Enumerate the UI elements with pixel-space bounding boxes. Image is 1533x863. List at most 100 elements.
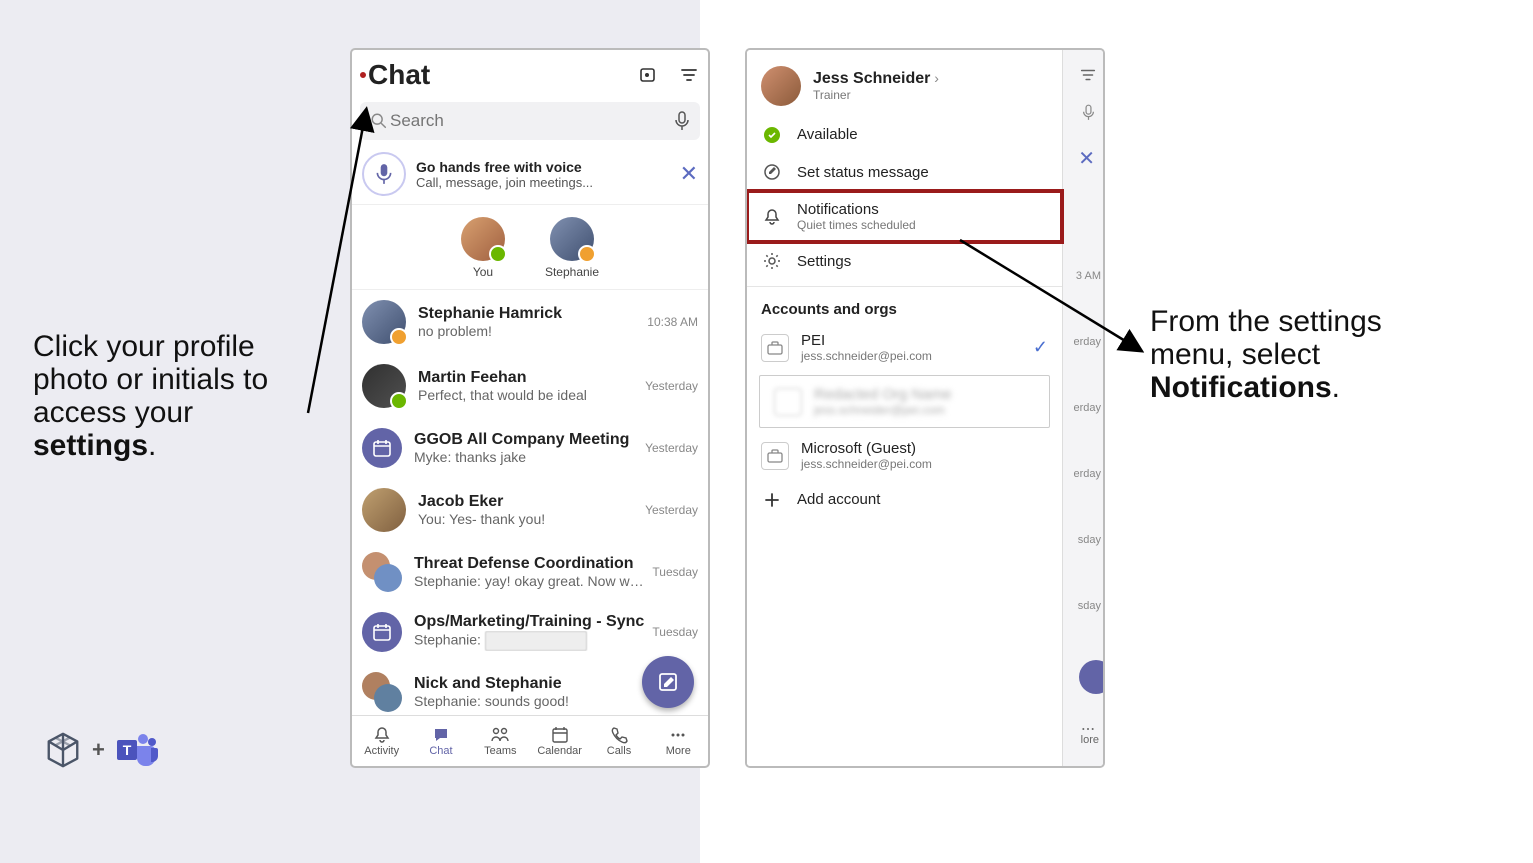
tab-chat[interactable]: Chat	[411, 716, 470, 766]
pinned-label: Stephanie	[545, 265, 599, 279]
menu-label: Add account	[797, 491, 880, 508]
mic-icon[interactable]	[674, 111, 690, 131]
tab-label: Activity	[364, 745, 399, 757]
settings-menu-item[interactable]: Settings	[747, 242, 1062, 280]
footer-logos: + T	[44, 728, 159, 772]
org-item-microsoft[interactable]: Microsoft (Guest)jess.schneider@pei.com	[747, 430, 1062, 481]
phone-icon	[610, 725, 628, 745]
calendar-icon	[551, 725, 569, 745]
org-email: jess.schneider@pei.com	[801, 349, 1033, 363]
chat-header: Chat	[352, 50, 708, 94]
available-icon	[761, 127, 783, 143]
convo-time: Yesterday	[645, 379, 698, 393]
profile-menu: Jess Schneider › Trainer Available Set s…	[747, 50, 1063, 766]
search-icon	[370, 112, 388, 130]
conversation-item[interactable]: GGOB All Company MeetingMyke: thanks jak…	[352, 418, 708, 478]
conversation-item[interactable]: Threat Defense CoordinationStephanie: ya…	[352, 542, 708, 602]
plus-icon: +	[92, 737, 105, 763]
user-name: Jess Schneider	[813, 70, 930, 87]
convo-preview: no problem!	[418, 323, 641, 339]
plus-icon	[761, 492, 783, 508]
presence-icon	[578, 245, 596, 263]
presence-icon	[390, 328, 408, 346]
pinned-contact-you[interactable]: You	[461, 217, 505, 279]
caption-left-pre: Click your profile photo or initials to …	[33, 330, 268, 429]
convo-preview: You: Yes- thank you!	[418, 511, 639, 527]
add-account[interactable]: Add account	[747, 481, 1062, 518]
tab-more[interactable]: More	[649, 716, 708, 766]
convo-time: 10:38 AM	[647, 315, 698, 329]
org-item-pei[interactable]: PEIjess.schneider@pei.com ✓	[747, 322, 1062, 373]
close-icon[interactable]: ✕	[680, 161, 698, 187]
tab-teams[interactable]: Teams	[471, 716, 530, 766]
briefcase-icon	[761, 442, 789, 470]
tab-activity[interactable]: Activity	[352, 716, 411, 766]
convo-preview: Perfect, that would be ideal	[418, 387, 639, 403]
gear-icon	[761, 252, 783, 270]
conversation-item[interactable]: Ops/Marketing/Training - SyncStephanie: …	[352, 602, 708, 662]
conversation-item[interactable]: Stephanie Hamrickno problem! 10:38 AM	[352, 290, 708, 354]
voice-banner: Go hands free with voice Call, message, …	[352, 144, 708, 205]
profile-header[interactable]: Jess Schneider › Trainer	[747, 50, 1062, 116]
bg-time: sday	[1078, 600, 1101, 612]
menu-label: Notifications	[797, 201, 916, 218]
divider	[747, 286, 1062, 287]
menu-label: Set status message	[797, 164, 929, 181]
bg-time: sday	[1078, 534, 1101, 546]
accounts-section-title: Accounts and orgs	[747, 293, 1062, 322]
set-status-message[interactable]: Set status message	[747, 153, 1062, 191]
org-name: PEI	[801, 332, 1033, 349]
avatar	[362, 488, 406, 532]
tab-label: Teams	[484, 745, 516, 757]
tab-calendar[interactable]: Calendar	[530, 716, 589, 766]
pinned-label: You	[473, 265, 493, 279]
conversation-item[interactable]: Martin FeehanPerfect, that would be idea…	[352, 354, 708, 418]
bg-more: lore	[1081, 724, 1099, 746]
bg-fab	[1079, 660, 1105, 694]
briefcase-icon	[774, 388, 802, 416]
video-message-icon[interactable]	[638, 64, 660, 86]
caption-left-post: .	[148, 429, 156, 462]
edit-status-icon	[761, 163, 783, 181]
convo-name: Stephanie Hamrick	[418, 305, 641, 323]
profile-avatar	[761, 66, 801, 106]
caption-right-bold: Notifications	[1150, 371, 1332, 404]
new-chat-fab[interactable]	[642, 656, 694, 708]
menu-label: Settings	[797, 253, 851, 270]
search-input[interactable]	[388, 110, 674, 132]
org-name: Redacted Org Name	[814, 386, 1035, 403]
tab-label: Calls	[607, 745, 631, 757]
status-label: Available	[797, 126, 858, 143]
pinned-contact-stephanie[interactable]: Stephanie	[545, 217, 599, 279]
presence-icon	[390, 392, 408, 410]
user-role: Trainer	[813, 88, 939, 102]
search-bar[interactable]	[360, 102, 700, 140]
convo-name: Jacob Eker	[418, 493, 639, 511]
teams-icon	[490, 725, 510, 745]
filter-icon[interactable]	[678, 64, 700, 86]
bg-time: 3 AM	[1076, 270, 1101, 282]
chat-icon	[432, 725, 450, 745]
status-available[interactable]: Available	[747, 116, 1062, 153]
convo-time: Tuesday	[652, 565, 698, 579]
org-item-redacted[interactable]: Redacted Org Namejess.schneider@pei.com	[759, 375, 1050, 428]
tab-calls[interactable]: Calls	[589, 716, 648, 766]
notifications-menu-item[interactable]: NotificationsQuiet times scheduled	[747, 191, 1062, 242]
bottom-tabbar: Activity Chat Teams Calendar Calls More	[352, 715, 708, 766]
tab-label: More	[666, 745, 691, 757]
more-icon	[669, 725, 687, 745]
calendar-icon	[362, 428, 402, 468]
filter-icon	[1079, 66, 1097, 84]
conversation-item[interactable]: Jacob EkerYou: Yes- thank you! Yesterday	[352, 478, 708, 542]
voice-assist-icon	[362, 152, 406, 196]
avatar	[362, 364, 406, 408]
page-title: Chat	[368, 59, 430, 91]
org-email: jess.schneider@pei.com	[801, 457, 1048, 471]
menu-sublabel: Quiet times scheduled	[797, 218, 916, 232]
caption-right: From the settings menu, select Notificat…	[1150, 305, 1410, 404]
convo-name: Threat Defense Coordination	[414, 555, 646, 573]
group-avatar	[362, 552, 402, 592]
voice-banner-subtitle: Call, message, join meetings...	[416, 175, 680, 190]
caption-right-pre: From the settings menu, select	[1150, 305, 1382, 371]
chevron-right-icon: ›	[934, 70, 939, 86]
